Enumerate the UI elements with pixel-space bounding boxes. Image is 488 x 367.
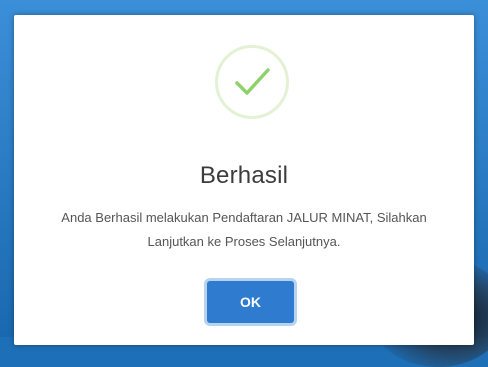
checkmark-success-icon: [215, 45, 289, 119]
dialog-message-line-1: Anda Berhasil melakukan Pendaftaran JALU…: [61, 210, 427, 225]
dialog-title: Berhasil: [199, 162, 289, 189]
dialog-message: Anda Berhasil melakukan Pendaftaran JALU…: [26, 206, 462, 254]
ok-button[interactable]: OK: [207, 281, 294, 323]
success-dialog: Berhasil Anda Berhasil melakukan Pendaft…: [14, 15, 474, 345]
dialog-message-line-2: Lanjutkan ke Proses Selanjutnya.: [147, 234, 341, 249]
